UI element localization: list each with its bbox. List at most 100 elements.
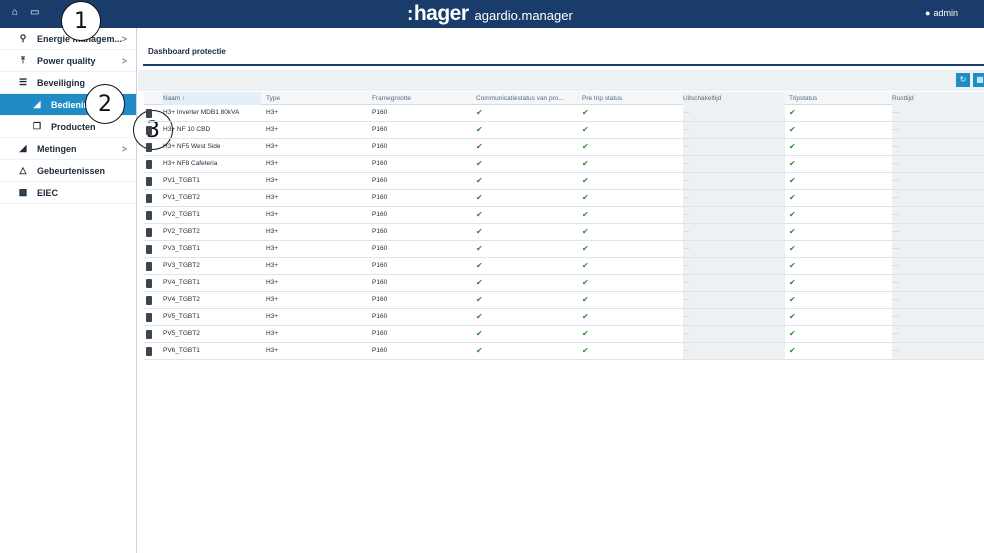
check-icon: ✔ (789, 244, 796, 253)
home-icon[interactable]: ⌂ (12, 7, 18, 18)
table-row[interactable]: H3+ NF5 West Side H3+ P160 ✔ ✔ — ✔ — (144, 139, 984, 156)
column-header-trip[interactable]: Tripstatus (789, 92, 889, 105)
cell-type: H3+ (266, 207, 366, 223)
table-header-row: Naam ↑ Type Framegrootte Communicatiesta… (144, 92, 984, 105)
cell-type: H3+ (266, 105, 366, 121)
sidebar-item-label: Gebeurtenissen (37, 165, 106, 176)
cell-text: PV1_TGBT1 (163, 177, 200, 184)
cell-rust: — (892, 139, 984, 155)
column-header-rust[interactable]: Rusttijd (892, 92, 984, 105)
cell-pretrip-status: ✔ (582, 105, 682, 121)
sidebar-item-power-quality[interactable]: ⤒ Power quality > (0, 50, 136, 72)
table-row[interactable]: PV3_TGBT1 H3+ P160 ✔ ✔ — ✔ — (144, 241, 984, 258)
cell-text: PV6_TGBT1 (163, 347, 200, 354)
check-icon: ✔ (582, 108, 589, 117)
column-header-comm-status[interactable]: Communicatiestatus van pro... (476, 92, 580, 105)
user-menu[interactable]: ● admin (925, 8, 958, 18)
breaker-device-icon (146, 262, 152, 271)
column-header-offtime[interactable]: Uitschakeltijd (683, 92, 785, 105)
sidebar-item-eiec[interactable]: ▩ EIEC (0, 182, 136, 204)
empty-value: — (683, 177, 690, 184)
cell-name: H3+ NF5 West Side (163, 139, 261, 155)
cube-icon: ❒ (32, 121, 42, 131)
empty-value: — (892, 262, 899, 269)
empty-value: — (683, 194, 690, 201)
columns-icon[interactable]: ▦ (973, 73, 984, 87)
cell-trip-status: ✔ (789, 326, 889, 342)
cell-text: H3+ (266, 347, 279, 354)
empty-value: — (892, 194, 899, 201)
user-icon: ● (925, 8, 931, 18)
table-row[interactable]: PV4_TGBT2 H3+ P160 ✔ ✔ — ✔ — (144, 292, 984, 309)
check-icon: ✔ (582, 278, 589, 287)
cell-frame: P160 (372, 343, 472, 359)
title-divider (143, 64, 984, 66)
sidebar-item-metingen[interactable]: ◢ Metingen > (0, 138, 136, 160)
cell-type: H3+ (266, 326, 366, 342)
cell-frame: P160 (372, 292, 472, 308)
monitor-icon[interactable]: ▭ (30, 7, 39, 18)
cell-text: H3+ NF8 Cafeteria (163, 160, 218, 167)
cell-text: P160 (372, 245, 388, 252)
cell-frame: P160 (372, 173, 472, 189)
table-row[interactable]: PV1_TGBT2 H3+ P160 ✔ ✔ — ✔ — (144, 190, 984, 207)
cell-rust: — (892, 190, 984, 206)
column-header-frame[interactable]: Framegrootte (372, 92, 472, 105)
cell-trip-status: ✔ (789, 309, 889, 325)
cell-name: PV2_TGBT2 (163, 224, 261, 240)
table-row[interactable]: H3+ Inverter MDB1 80kVA H3+ P160 ✔ ✔ — ✔ — (144, 105, 984, 122)
check-icon: ✔ (476, 227, 483, 236)
table-row[interactable]: PV3_TGBT2 H3+ P160 ✔ ✔ — ✔ — (144, 258, 984, 275)
cell-pretrip-status: ✔ (582, 122, 682, 138)
cell-comm-status: ✔ (476, 190, 580, 206)
check-icon: ✔ (582, 329, 589, 338)
cell-comm-status: ✔ (476, 122, 580, 138)
table-row[interactable]: PV2_TGBT2 H3+ P160 ✔ ✔ — ✔ — (144, 224, 984, 241)
cell-offtime: — (683, 190, 785, 206)
refresh-icon[interactable]: ↻ (956, 73, 970, 87)
check-icon: ✔ (582, 295, 589, 304)
cell-text: H3+ (266, 330, 279, 337)
breaker-device-icon (146, 143, 152, 152)
check-icon: ✔ (582, 210, 589, 219)
empty-value: — (683, 126, 690, 133)
cell-type: H3+ (266, 173, 366, 189)
empty-value: — (683, 143, 690, 150)
cell-type: H3+ (266, 292, 366, 308)
check-icon: ✔ (476, 278, 483, 287)
cell-frame: P160 (372, 156, 472, 172)
cell-pretrip-status: ✔ (582, 241, 682, 257)
column-header-name[interactable]: Naam ↑ (163, 92, 261, 105)
table-row[interactable]: PV5_TGBT1 H3+ P160 ✔ ✔ — ✔ — (144, 309, 984, 326)
sidebar-item-label: Metingen (37, 143, 77, 154)
check-icon: ✔ (476, 295, 483, 304)
cell-text: PV1_TGBT2 (163, 194, 200, 201)
check-icon: ✔ (582, 261, 589, 270)
breaker-device-icon (146, 330, 152, 339)
table-row[interactable]: PV1_TGBT1 H3+ P160 ✔ ✔ — ✔ — (144, 173, 984, 190)
chevron-right-icon: > (121, 55, 127, 66)
cell-offtime: — (683, 241, 785, 257)
check-icon: ✔ (789, 125, 796, 134)
column-header-type[interactable]: Type (266, 92, 366, 105)
cell-pretrip-status: ✔ (582, 275, 682, 291)
table-row[interactable]: PV2_TGBT1 H3+ P160 ✔ ✔ — ✔ — (144, 207, 984, 224)
chevron-right-icon: > (121, 33, 127, 44)
table-row[interactable]: PV5_TGBT2 H3+ P160 ✔ ✔ — ✔ — (144, 326, 984, 343)
device-icon (144, 309, 158, 325)
cell-comm-status: ✔ (476, 139, 580, 155)
sidebar-item-gebeurtenissen[interactable]: △ Gebeurtenissen (0, 160, 136, 182)
device-icon (144, 207, 158, 223)
table-row[interactable]: PV4_TGBT1 H3+ P160 ✔ ✔ — ✔ — (144, 275, 984, 292)
column-header-pretrip[interactable]: Pre trip status (582, 92, 682, 105)
sort-ascending-icon[interactable]: ↑ (182, 95, 185, 102)
cell-frame: P160 (372, 241, 472, 257)
cell-text: PV4_TGBT1 (163, 279, 200, 286)
breaker-device-icon (146, 177, 152, 186)
table-row[interactable]: PV6_TGBT1 H3+ P160 ✔ ✔ — ✔ — (144, 343, 984, 360)
cell-offtime: — (683, 275, 785, 291)
cell-offtime: — (683, 309, 785, 325)
empty-value: — (683, 330, 690, 337)
table-row[interactable]: H3+ NF8 Cafeteria H3+ P160 ✔ ✔ — ✔ — (144, 156, 984, 173)
table-row[interactable]: H3+ NF 10 CBD H3+ P160 ✔ ✔ — ✔ — (144, 122, 984, 139)
